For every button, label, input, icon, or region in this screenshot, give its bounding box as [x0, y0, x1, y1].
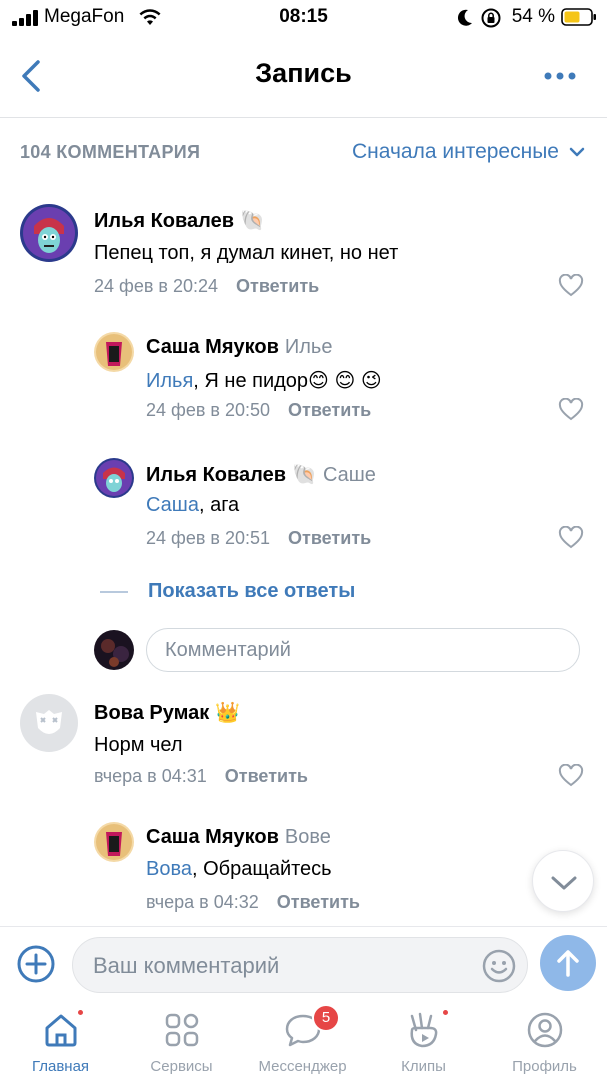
- comment-date: вчера в 04:31: [94, 766, 207, 786]
- comment-date: 24 фев в 20:24: [94, 276, 219, 296]
- inline-comment-input[interactable]: Комментарий: [146, 628, 580, 672]
- heart-icon[interactable]: [558, 274, 584, 298]
- notification-dot: [441, 1008, 450, 1017]
- comments-bar: 104 КОММЕНТАРИЯ Сначала интересные: [0, 118, 607, 188]
- tab-services[interactable]: Сервисы: [121, 1008, 242, 1075]
- tab-label: Профиль: [512, 1058, 577, 1075]
- plus-icon[interactable]: [16, 944, 56, 984]
- reply-to: Вове: [284, 826, 331, 848]
- sort-dropdown[interactable]: Сначала интересные: [352, 140, 585, 164]
- mention-link[interactable]: Вова: [146, 858, 192, 880]
- tab-bar: Главная Сервисы 5 Мессенджер Клипы Профи…: [0, 1002, 607, 1080]
- reply-button[interactable]: Ответить: [236, 276, 319, 296]
- heart-icon[interactable]: [558, 526, 584, 550]
- tab-profile[interactable]: Профиль: [484, 1008, 605, 1075]
- show-all-replies[interactable]: Показать все ответы: [100, 580, 355, 603]
- avatar[interactable]: [94, 822, 134, 862]
- crown-emoji: 👑: [215, 702, 241, 724]
- comment-author[interactable]: Илья Ковалев 🐚 Саше: [146, 462, 376, 487]
- profile-icon: [527, 1012, 562, 1048]
- reply-button[interactable]: Ответить: [225, 766, 308, 786]
- moon-icon: [457, 9, 472, 26]
- comment-text: Илья, Я не пидор😊 😊 😉: [146, 370, 382, 392]
- comment-text: Вова, Обращайтесь: [146, 858, 332, 880]
- comment-meta: 24 фев в 20:51 Ответить: [146, 528, 371, 549]
- comment-composer: Ваш комментарий: [0, 926, 607, 1002]
- comment-meta: 24 фев в 20:50 Ответить: [146, 400, 371, 421]
- reply-button[interactable]: Ответить: [288, 528, 371, 548]
- battery-icon: [561, 8, 596, 26]
- unread-badge: 5: [312, 1004, 340, 1032]
- comment-date: 24 фев в 20:50: [146, 400, 271, 420]
- avatar[interactable]: [20, 694, 78, 752]
- send-icon: [557, 950, 579, 977]
- heart-icon[interactable]: [558, 398, 584, 422]
- comment-text: Норм чел: [94, 734, 183, 756]
- page-title: Запись: [255, 58, 352, 88]
- tab-messenger[interactable]: 5 Мессенджер: [242, 1004, 363, 1075]
- send-button[interactable]: [540, 935, 596, 991]
- home-icon: [45, 1014, 76, 1047]
- reply-button[interactable]: Ответить: [277, 892, 360, 912]
- show-all-replies-label: Показать все ответы: [148, 580, 356, 602]
- reply-to: Илье: [284, 336, 333, 358]
- comment-input[interactable]: Ваш комментарий: [72, 937, 528, 993]
- scroll-down-button[interactable]: [532, 850, 594, 912]
- tab-clips[interactable]: Клипы: [363, 1008, 484, 1075]
- tab-label: Главная: [31, 1058, 90, 1075]
- tab-label: Мессенджер: [258, 1058, 347, 1075]
- clips-icon: [409, 1012, 437, 1048]
- comment-date: вчера в 04:32: [146, 892, 259, 912]
- comments-count: 104 КОММЕНТАРИЯ: [20, 142, 201, 162]
- shell-emoji: 🐚: [292, 464, 317, 486]
- notification-dot: [76, 1008, 85, 1017]
- tab-home[interactable]: Главная: [0, 1008, 121, 1075]
- chevron-down-icon: [569, 147, 585, 157]
- sort-label: Сначала интересные: [352, 140, 559, 163]
- smile-icon[interactable]: [481, 948, 517, 984]
- comment-text: Саша, ага: [146, 494, 240, 516]
- services-icon: [165, 1013, 198, 1047]
- comment-date: 24 фев в 20:51: [146, 528, 271, 548]
- battery-percent: 54 %: [511, 6, 555, 27]
- avatar[interactable]: [20, 204, 78, 262]
- shell-emoji: 🐚: [240, 210, 265, 232]
- thread-line: [100, 590, 128, 593]
- more-icon[interactable]: [543, 68, 577, 84]
- mention-link[interactable]: Саша: [146, 494, 199, 516]
- tab-label: Клипы: [401, 1058, 446, 1075]
- comment-author[interactable]: Саша Мяуков Вове: [146, 826, 331, 849]
- avatar[interactable]: [94, 332, 134, 372]
- tab-label: Сервисы: [150, 1058, 213, 1075]
- avatar[interactable]: [94, 458, 134, 498]
- comment-author[interactable]: Илья Ковалев 🐚: [94, 208, 265, 233]
- status-bar: MegaFon 08:15 54 %: [0, 0, 607, 38]
- comment-meta: вчера в 04:31 Ответить: [94, 766, 308, 787]
- reply-button[interactable]: Ответить: [288, 400, 371, 420]
- mention-link[interactable]: Илья: [146, 370, 193, 392]
- chevron-down-icon: [551, 876, 577, 890]
- rotation-lock-icon: [481, 8, 501, 28]
- comment-author[interactable]: Саша Мяуков Илье: [146, 336, 332, 359]
- my-avatar: [94, 630, 134, 670]
- comment-text: Пепец топ, я думал кинет, но нет: [94, 242, 399, 264]
- reply-to: Саше: [322, 464, 376, 486]
- comment-meta: вчера в 04:32 Ответить: [146, 892, 360, 913]
- heart-icon[interactable]: [558, 764, 584, 788]
- comment-author[interactable]: Вова Румак 👑: [94, 700, 240, 725]
- comment-meta: 24 фев в 20:24 Ответить: [94, 276, 319, 297]
- comment-input-placeholder: Ваш комментарий: [93, 953, 280, 978]
- nav-header: Запись: [0, 38, 607, 118]
